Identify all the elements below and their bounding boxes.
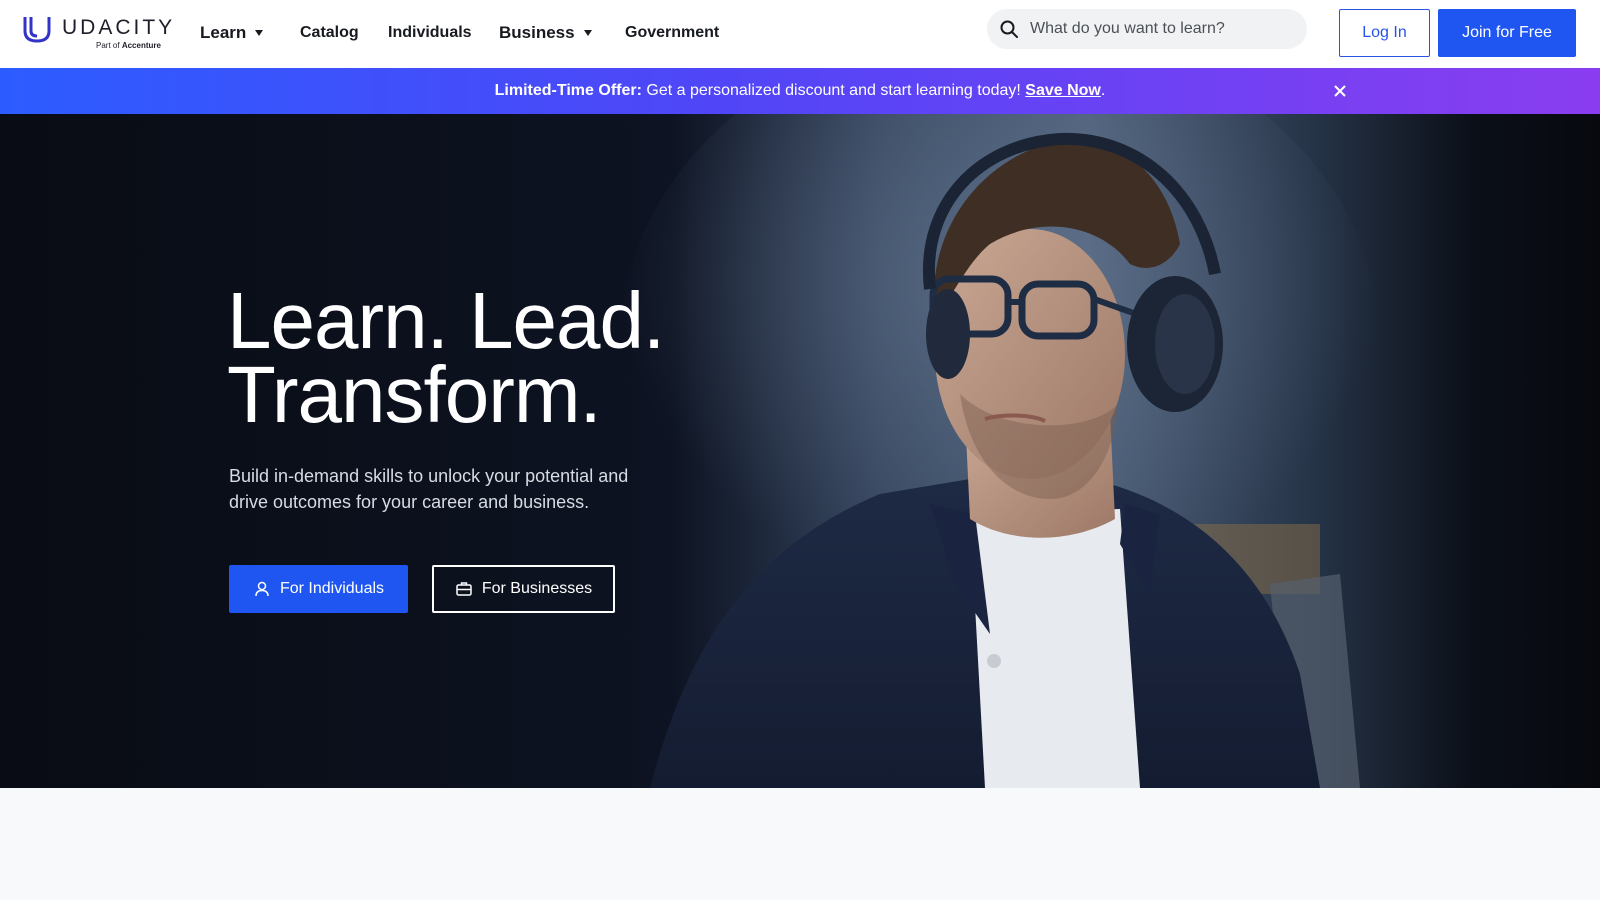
for-individuals-label: For Individuals	[279, 580, 385, 597]
user-icon	[255, 581, 269, 597]
udacity-logo-icon	[23, 17, 51, 43]
caret-down-icon	[255, 30, 264, 36]
brand-name: UDACITY	[62, 16, 176, 39]
nav-learn[interactable]: Learn	[200, 22, 264, 44]
nav-business[interactable]: Business	[499, 22, 592, 44]
hero-headline: Learn. Lead. Transform.	[227, 276, 665, 439]
for-individuals-button[interactable]: For Individuals	[229, 565, 408, 613]
brand-tagline-prefix: Part of	[96, 41, 120, 50]
close-icon[interactable]	[1332, 83, 1348, 99]
nav-individuals[interactable]: Individuals	[388, 22, 472, 44]
search-bar	[987, 9, 1307, 49]
top-navigation: UDACITY Part of Accenture Learn Catalog …	[0, 0, 1600, 68]
content-section	[0, 788, 1600, 900]
briefcase-icon	[456, 582, 472, 596]
udacity-logo[interactable]: UDACITY Part of Accenture	[22, 12, 172, 54]
caret-down-icon	[583, 30, 592, 36]
brand-tagline-company: Accenture	[121, 41, 161, 50]
nav-learn-label: Learn	[200, 23, 247, 42]
join-for-free-button[interactable]: Join for Free	[1438, 9, 1576, 57]
promo-message: Limited-Time Offer: Get a personalized d…	[495, 82, 1106, 100]
nav-government[interactable]: Government	[625, 22, 719, 44]
nav-individuals-label: Individuals	[388, 24, 472, 41]
hero-headline-line1: Learn. Lead.	[227, 276, 665, 365]
hero-photo	[0, 114, 1600, 788]
promo-label: Limited-Time Offer:	[494, 82, 642, 99]
promo-banner: Limited-Time Offer: Get a personalized d…	[0, 68, 1600, 114]
nav-catalog-label: Catalog	[300, 24, 359, 41]
search-icon[interactable]	[999, 19, 1019, 39]
login-button[interactable]: Log In	[1339, 9, 1430, 57]
for-businesses-label: For Businesses	[481, 580, 593, 597]
hero-subtext: Build in-demand skills to unlock your po…	[229, 466, 629, 512]
promo-suffix: .	[1100, 82, 1106, 99]
hero-section: Learn. Lead. Transform. Build in-demand …	[0, 114, 1600, 788]
nav-government-label: Government	[625, 24, 720, 41]
promo-text: Get a personalized discount and start le…	[641, 82, 1026, 99]
search-input[interactable]	[1030, 9, 1295, 49]
hero-headline-line2: Transform.	[227, 350, 602, 439]
save-now-link[interactable]: Save Now	[1025, 82, 1101, 99]
brand-tagline: Part of Accenture	[96, 41, 161, 50]
for-businesses-button[interactable]: For Businesses	[432, 565, 615, 613]
nav-catalog[interactable]: Catalog	[300, 22, 359, 44]
nav-business-label: Business	[499, 23, 575, 42]
